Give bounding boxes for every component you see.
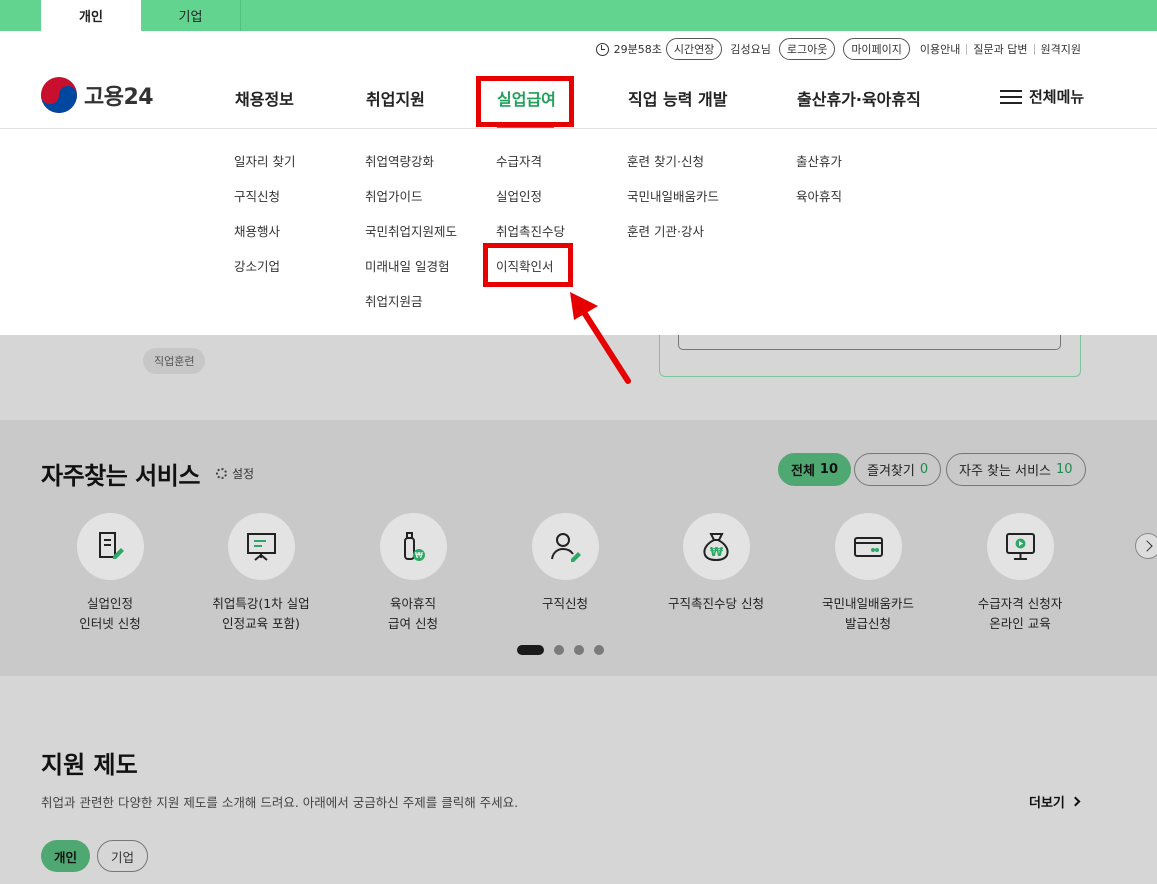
session-timer: 29분58초	[613, 43, 662, 56]
submenu-item[interactable]: 채용행사	[234, 221, 280, 240]
filter-label: 자주 찾는 서비스	[959, 464, 1051, 479]
remote-support-link[interactable]: 원격지원	[1041, 41, 1081, 57]
filter-label: 즐겨찾기	[867, 464, 915, 479]
highlight-box	[476, 76, 574, 127]
logo-text: 고용24	[84, 85, 154, 110]
services-setting-button[interactable]: 설정	[216, 465, 254, 482]
submenu-item[interactable]: 일자리 찾기	[234, 151, 295, 170]
keyword-chip[interactable]: 직업훈련	[143, 348, 206, 374]
annotation-arrow-icon	[570, 292, 631, 384]
submenu-item[interactable]: 국민내일배움카드	[627, 186, 719, 205]
qna-link[interactable]: 질문과 답변	[973, 41, 1027, 57]
card-icon[interactable]	[835, 513, 902, 580]
submenu-item[interactable]: 취업가이드	[365, 186, 423, 205]
segment-personal[interactable]: 개인	[41, 840, 91, 872]
utility-bar: 29분58초 시간연장 김성요님 로그아웃 마이페이지 이용안내 질문과 답변 …	[595, 38, 1081, 60]
divider	[1033, 43, 1035, 55]
taegeuk-logo-icon	[41, 77, 77, 113]
gear-icon	[216, 468, 227, 479]
hamburger-icon	[1000, 89, 1022, 105]
filter-count: 0	[919, 462, 929, 477]
submenu-item[interactable]: 미래내일 일경험	[365, 256, 449, 275]
extend-session-button[interactable]: 시간연장	[665, 38, 723, 60]
baby-bottle-won-icon[interactable]: ₩	[380, 513, 447, 580]
all-menu-label: 전체메뉴	[1029, 88, 1085, 106]
gnb-maternity-parental-leave[interactable]: 출산휴가·육아휴직	[797, 86, 921, 110]
filter-count: 10	[1056, 462, 1073, 477]
submenu-item[interactable]: 취업지원금	[365, 291, 423, 310]
document-pen-icon[interactable]	[77, 513, 144, 580]
services-title: 자주찾는 서비스	[41, 462, 200, 490]
guide-link[interactable]: 이용안내	[920, 41, 960, 57]
gnb-vocational-training[interactable]: 직업 능력 개발	[628, 86, 727, 110]
filter-count: 10	[819, 462, 839, 477]
submenu-item[interactable]: 훈련 찾기·신청	[627, 151, 704, 170]
filter-favorites[interactable]: 즐겨찾기 0	[854, 453, 942, 486]
submenu-item[interactable]: 구직신청	[234, 186, 280, 205]
more-link[interactable]: 더보기	[1029, 792, 1081, 811]
service-label[interactable]: 실업인정 인터넷 신청	[40, 594, 180, 634]
service-label[interactable]: 취업특강(1차 실업 인정교육 포함)	[191, 594, 331, 634]
submenu-item[interactable]: 취업역량강화	[365, 151, 434, 170]
money-bag-icon[interactable]: ₩	[683, 513, 750, 580]
user-name: 김성요님	[730, 43, 771, 56]
more-label: 더보기	[1029, 796, 1065, 811]
submenu-item[interactable]: 강소기업	[234, 256, 280, 275]
service-label[interactable]: 구직촉진수당 신청	[646, 594, 786, 614]
tab-business[interactable]: 기업	[141, 0, 241, 31]
gnb-jobs[interactable]: 채용정보	[235, 86, 294, 110]
submenu-item[interactable]: 취업촉진수당	[496, 221, 565, 240]
divider	[966, 43, 968, 55]
submenu-item[interactable]: 출산휴가	[796, 151, 842, 170]
chevron-right-icon	[1070, 796, 1081, 807]
presentation-board-icon[interactable]	[228, 513, 295, 580]
service-label[interactable]: 육아휴직 급여 신청	[343, 594, 483, 634]
setting-label: 설정	[232, 467, 255, 481]
search-input[interactable]	[678, 335, 1061, 350]
support-description: 취업과 관련한 다양한 지원 제도를 소개해 드려요. 아래에서 궁금하신 주제…	[41, 795, 519, 810]
carousel-dot[interactable]	[554, 645, 564, 655]
svg-text:₩: ₩	[710, 545, 724, 559]
service-label[interactable]: 구직신청	[495, 594, 635, 614]
filter-frequent[interactable]: 자주 찾는 서비스 10	[946, 453, 1086, 486]
filter-label: 전체	[791, 464, 815, 479]
support-title: 지원 제도	[41, 751, 138, 779]
segment-business[interactable]: 기업	[97, 840, 149, 872]
carousel-dot[interactable]	[574, 645, 584, 655]
submenu-item[interactable]: 국민취업지원제도	[365, 221, 457, 240]
service-label[interactable]: 수급자격 신청자 온라인 교육	[950, 594, 1090, 634]
all-menu-button[interactable]: 전체메뉴	[1000, 86, 1084, 107]
submenu-item[interactable]: 수급자격	[496, 151, 542, 170]
clock-icon	[595, 42, 609, 56]
person-pen-icon[interactable]	[532, 513, 599, 580]
chevron-right-icon[interactable]	[1135, 533, 1157, 559]
site-logo[interactable]: 고용24	[41, 77, 154, 113]
logout-button[interactable]: 로그아웃	[778, 38, 836, 60]
svg-text:₩: ₩	[415, 551, 423, 560]
gnb-employment-support[interactable]: 취업지원	[366, 86, 425, 110]
highlight-box	[483, 243, 573, 287]
carousel-dot[interactable]	[517, 645, 544, 655]
divider	[0, 128, 1157, 129]
tab-personal[interactable]: 개인	[41, 0, 141, 31]
submenu-item[interactable]: 실업인정	[496, 186, 542, 205]
service-label[interactable]: 국민내일배움카드 발급신청	[798, 594, 938, 634]
carousel-dot[interactable]	[594, 645, 604, 655]
submenu-item[interactable]: 육아휴직	[796, 186, 842, 205]
submenu-item[interactable]: 훈련 기관·강사	[627, 221, 704, 240]
mypage-button[interactable]: 마이페이지	[843, 38, 910, 60]
filter-all[interactable]: 전체 10	[778, 453, 852, 486]
monitor-play-icon[interactable]	[987, 513, 1054, 580]
